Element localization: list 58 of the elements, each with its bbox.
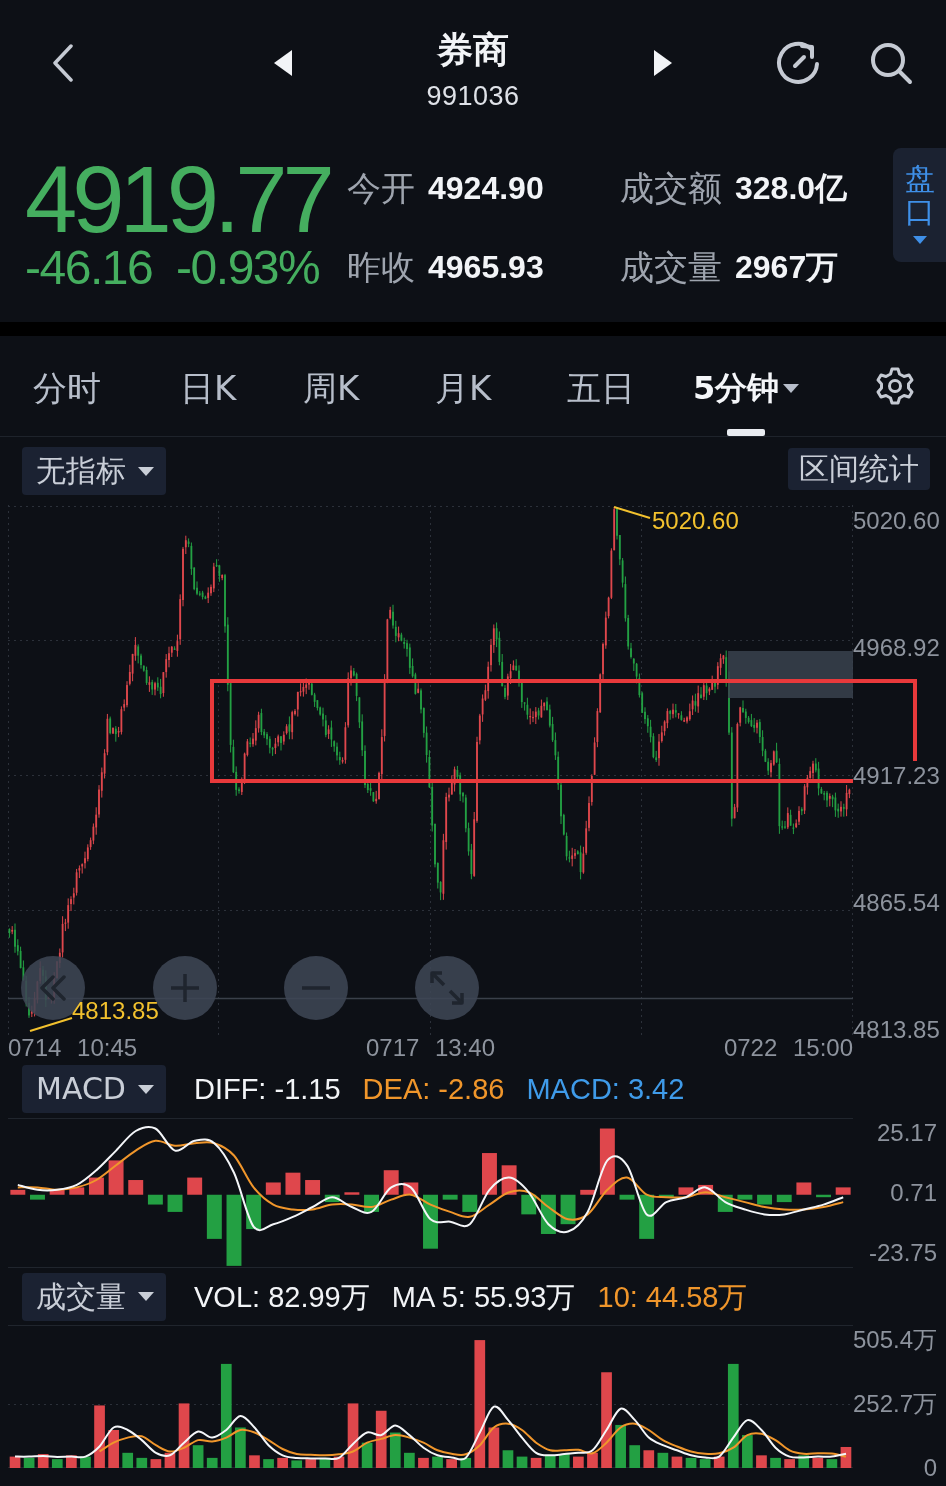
time-axis-label: 0714 10:45 <box>8 1032 138 1063</box>
indicator-dropdown[interactable]: 无指标 <box>22 447 166 495</box>
current-price: 4919.77 <box>25 153 331 247</box>
expand-arrows-icon <box>430 971 464 1005</box>
triangle-left-icon <box>274 49 292 76</box>
stat-label: 成交量 <box>620 246 722 289</box>
price-change: -46.16 <box>25 244 153 292</box>
low-price-label: 4813.85 <box>72 997 159 1025</box>
range-stats-button[interactable]: 区间统计 <box>788 448 930 490</box>
chevron-left-icon <box>51 43 74 82</box>
stat-value: 4924.90 <box>428 169 544 208</box>
chart-period-tab[interactable]: 5分钟 <box>693 368 800 436</box>
caret-down-icon <box>137 1084 154 1094</box>
macd-dropdown[interactable]: MACD <box>22 1065 166 1113</box>
time-axis-label: 0722 15:00 <box>723 1032 853 1063</box>
indicator-readout: DEA: -2.86 <box>362 1072 505 1107</box>
caret-down-icon <box>138 1292 154 1301</box>
refresh-icon <box>775 39 821 86</box>
stock-code: 991036 <box>426 80 520 112</box>
chart-period-tab[interactable]: 日K <box>180 368 237 408</box>
stat-label: 成交额 <box>620 167 722 210</box>
leader-line <box>29 1017 73 1032</box>
triangle-right-icon <box>654 49 672 76</box>
stat-label: 今开 <box>347 167 415 210</box>
tab-indicator <box>727 429 766 436</box>
caret-down-icon <box>912 236 927 244</box>
order-book-tab[interactable]: 盘口 <box>893 148 946 262</box>
double-chevron-left-icon <box>39 975 67 1001</box>
macd-axis-label: 25.17 <box>876 1118 937 1148</box>
plus-icon <box>170 973 200 1003</box>
volume-axis-label: 0 <box>923 1453 937 1483</box>
page-title: 券商 <box>437 28 509 72</box>
time-axis-label: 0717 13:40 <box>365 1032 496 1063</box>
caret-down-icon <box>138 466 154 476</box>
leader-line <box>613 506 651 519</box>
indicator-readout: DIFF: -1.15 <box>193 1072 341 1107</box>
indicator-readout: MA 5: 55.93万 <box>391 1279 576 1315</box>
chart-period-tab[interactable]: 月K <box>435 368 492 408</box>
high-price-label: 5020.60 <box>652 507 739 535</box>
volume-dropdown[interactable]: 成交量 <box>22 1272 166 1321</box>
stat-value: 4965.93 <box>428 248 544 287</box>
macd-axis-label: -23.75 <box>868 1238 937 1268</box>
chart-period-tab[interactable]: 周K <box>303 368 360 408</box>
volume-axis-label: 252.7万 <box>852 1389 937 1419</box>
macd-axis-label: 0.71 <box>890 1178 937 1208</box>
chart-period-tab[interactable]: 分时 <box>33 368 101 408</box>
volume-axis-label: 505.4万 <box>852 1325 937 1355</box>
stat-label: 昨收 <box>347 246 415 289</box>
indicator-readout: VOL: 82.99万 <box>194 1279 370 1315</box>
indicator-readout: 10: 44.58万 <box>597 1279 748 1315</box>
percent-change: -0.93% <box>176 244 320 292</box>
search-icon <box>869 40 913 85</box>
indicator-readout: MACD: 3.42 <box>526 1072 685 1107</box>
chart-period-tab[interactable]: 五日 <box>567 368 635 408</box>
stat-value: 2967万 <box>735 248 839 287</box>
caret-down-icon <box>783 383 800 393</box>
stat-value: 328.0亿 <box>735 169 848 208</box>
settings-icon <box>874 366 915 406</box>
